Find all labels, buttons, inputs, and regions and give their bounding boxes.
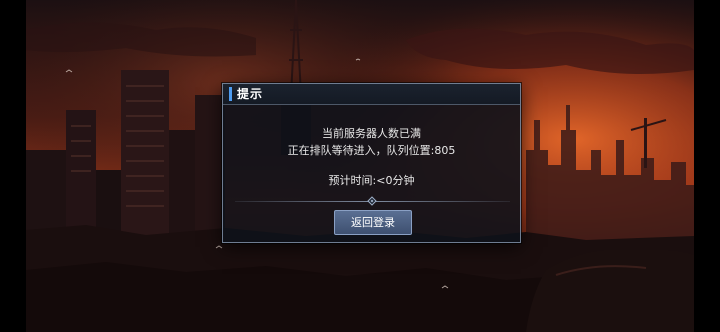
queue-position-message: 正在排队等待进入，队列位置:805 bbox=[287, 144, 456, 157]
dialog-title: 提示 bbox=[237, 87, 264, 101]
left-letterbox-bar bbox=[0, 0, 26, 332]
queue-dialog: 提示 当前服务器人数已满 正在排队等待进入，队列位置:805 预计时间:<0分钟… bbox=[222, 83, 521, 243]
return-to-login-button[interactable]: 返回登录 bbox=[334, 210, 412, 235]
game-screen: 提示 当前服务器人数已满 正在排队等待进入，队列位置:805 预计时间:<0分钟… bbox=[0, 0, 720, 332]
right-letterbox-bar bbox=[694, 0, 720, 332]
header-accent-bar bbox=[229, 87, 232, 101]
server-full-message: 当前服务器人数已满 bbox=[322, 127, 421, 140]
diamond-ornament-icon bbox=[367, 196, 377, 206]
dialog-header: 提示 bbox=[223, 84, 520, 105]
estimated-wait-time: 预计时间:<0分钟 bbox=[328, 174, 415, 187]
